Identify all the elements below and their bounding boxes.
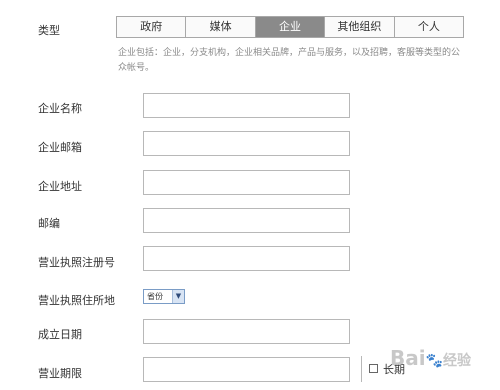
found-date-input[interactable]: [143, 319, 350, 344]
tab-personal[interactable]: 个人: [394, 17, 464, 37]
business-term-label: 营业期限: [38, 367, 82, 380]
type-tabs: 政府 媒体 企业 其他组织 个人: [116, 16, 464, 38]
tab-other-org[interactable]: 其他组织: [325, 17, 395, 37]
baidu-watermark: Bai🐾经验: [390, 346, 471, 370]
tab-enterprise[interactable]: 企业: [255, 17, 326, 37]
watermark-tail: 经验: [443, 353, 472, 369]
company-address-input[interactable]: [143, 170, 350, 195]
type-hint: 企业包括：企业，分支机构，企业相关品牌，产品与服务，以及招聘，客服等类型的公众帐…: [118, 48, 461, 73]
company-email-input[interactable]: [143, 131, 350, 156]
long-term-checkbox[interactable]: [369, 364, 378, 373]
license-number-input[interactable]: [143, 246, 350, 271]
business-term-input[interactable]: [143, 357, 350, 382]
postcode-label: 邮编: [38, 217, 60, 230]
tab-media[interactable]: 媒体: [186, 17, 256, 37]
company-email-label: 企业邮箱: [38, 141, 82, 154]
postcode-input[interactable]: [143, 208, 350, 233]
license-address-label: 营业执照住所地: [38, 294, 115, 307]
province-select-value: 省份: [147, 292, 163, 301]
chevron-down-icon: ▼: [172, 290, 184, 303]
company-name-label: 企业名称: [38, 102, 82, 115]
type-label: 类型: [38, 24, 60, 37]
term-divider: [361, 356, 362, 382]
province-select[interactable]: 省份 ▼: [143, 289, 185, 304]
watermark-text: Bai: [390, 346, 426, 370]
license-number-label: 营业执照注册号: [38, 256, 115, 269]
company-address-label: 企业地址: [38, 180, 82, 193]
tab-government[interactable]: 政府: [117, 17, 187, 37]
found-date-label: 成立日期: [38, 328, 82, 341]
paw-icon: 🐾: [425, 353, 444, 369]
company-name-input[interactable]: [143, 93, 350, 118]
